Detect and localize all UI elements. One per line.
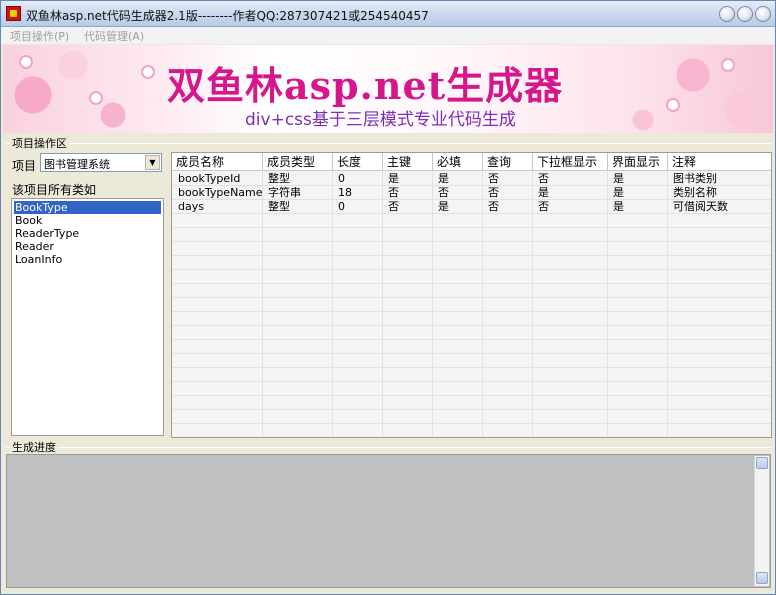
app-icon xyxy=(6,6,21,21)
cell-dropdown-display[interactable]: 是 xyxy=(532,186,549,199)
cell-member-name[interactable]: bookTypeName xyxy=(172,186,263,199)
title-bar[interactable]: 双鱼林asp.net代码生成器2.1版--------作者QQ:28730742… xyxy=(1,1,775,27)
cell-comment[interactable]: 可借阅天数 xyxy=(667,200,728,213)
classes-label: 该项目所有类如 xyxy=(12,183,97,197)
cell-dropdown-display[interactable]: 否 xyxy=(532,172,549,185)
cell-required[interactable]: 是 xyxy=(432,200,449,213)
minimize-button[interactable] xyxy=(719,6,735,22)
column-header[interactable]: 下拉框显示 xyxy=(533,153,608,171)
group-divider xyxy=(6,447,771,448)
chevron-down-icon[interactable]: ▼ xyxy=(145,155,160,170)
flower-decoration xyxy=(91,93,101,103)
class-list-item[interactable]: Reader xyxy=(14,240,161,253)
scroll-up-button[interactable] xyxy=(756,457,768,469)
group-divider xyxy=(6,143,771,144)
scroll-down-button[interactable] xyxy=(756,572,768,584)
empty-row xyxy=(172,326,771,340)
project-area-label: 项目操作区 xyxy=(10,135,69,151)
empty-row xyxy=(172,354,771,368)
cell-primary-key[interactable]: 是 xyxy=(382,172,399,185)
project-panel: 项目 图书管理系统 ▼ 该项目所有类如 BookType Book Reader… xyxy=(6,151,168,436)
empty-row xyxy=(172,410,771,424)
empty-row xyxy=(172,382,771,396)
progress-scrollbar[interactable] xyxy=(754,456,769,586)
cell-query[interactable]: 否 xyxy=(482,200,499,213)
empty-row xyxy=(172,368,771,382)
column-header[interactable]: 成员名称 xyxy=(172,153,263,171)
cell-primary-key[interactable]: 否 xyxy=(382,200,399,213)
cell-length[interactable]: 0 xyxy=(332,172,345,185)
empty-row xyxy=(172,298,771,312)
table-row[interactable]: days 整型 0 否 是 否 否 是 可借阅天数 xyxy=(172,200,771,214)
column-header[interactable]: 必填 xyxy=(433,153,483,171)
cell-query[interactable]: 否 xyxy=(482,186,499,199)
maximize-button[interactable] xyxy=(737,6,753,22)
grid-body: bookTypeId 整型 0 是 是 否 否 是 图书类别 bookTypeN… xyxy=(172,172,771,437)
cell-length[interactable]: 0 xyxy=(332,200,345,213)
table-row[interactable]: bookTypeId 整型 0 是 是 否 否 是 图书类别 xyxy=(172,172,771,186)
app-window: 双鱼林asp.net代码生成器2.1版--------作者QQ:28730742… xyxy=(0,0,776,595)
flower-decoration xyxy=(723,60,733,70)
cell-ui-display[interactable]: 是 xyxy=(607,172,624,185)
project-select-value: 图书管理系统 xyxy=(44,158,110,171)
empty-row xyxy=(172,228,771,242)
cell-ui-display[interactable]: 是 xyxy=(607,200,624,213)
class-list-item[interactable]: ReaderType xyxy=(14,227,161,240)
empty-row xyxy=(172,214,771,228)
members-grid[interactable]: 成员名称 成员类型 长度 主键 必填 查询 下拉框显示 界面显示 注释 book… xyxy=(171,152,772,438)
empty-row xyxy=(172,396,771,410)
cell-member-name[interactable]: bookTypeId xyxy=(172,172,240,185)
cell-ui-display[interactable]: 是 xyxy=(607,186,624,199)
project-select[interactable]: 图书管理系统 ▼ xyxy=(40,153,162,172)
empty-row xyxy=(172,284,771,298)
cell-comment[interactable]: 图书类别 xyxy=(667,172,717,185)
class-list-item[interactable]: Book xyxy=(14,214,161,227)
class-list-item[interactable]: LoanInfo xyxy=(14,253,161,266)
progress-label: 生成进度 xyxy=(10,439,58,455)
empty-row xyxy=(172,312,771,326)
cell-length[interactable]: 18 xyxy=(332,186,352,199)
empty-row xyxy=(172,424,771,437)
empty-row xyxy=(172,340,771,354)
menu-code-management[interactable]: 代码管理(A) xyxy=(84,28,144,44)
column-header[interactable]: 成员类型 xyxy=(263,153,333,171)
cell-required[interactable]: 否 xyxy=(432,186,449,199)
cell-member-name[interactable]: days xyxy=(172,200,204,213)
cell-member-type[interactable]: 整型 xyxy=(262,172,290,185)
grid-header: 成员名称 成员类型 长度 主键 必填 查询 下拉框显示 界面显示 注释 xyxy=(172,153,771,171)
flower-decoration xyxy=(21,57,31,67)
empty-row xyxy=(172,242,771,256)
menu-project-operations[interactable]: 项目操作(P) xyxy=(10,28,69,44)
flower-decoration xyxy=(143,67,153,77)
empty-row xyxy=(172,270,771,284)
column-header[interactable]: 注释 xyxy=(668,153,771,171)
cell-required[interactable]: 是 xyxy=(432,172,449,185)
empty-row xyxy=(172,256,771,270)
banner-subtitle: div+css基于三层模式专业代码生成 xyxy=(245,110,516,130)
banner-image: 双鱼林asp.net生成器 div+css基于三层模式专业代码生成 xyxy=(3,45,773,133)
close-button[interactable] xyxy=(755,6,771,22)
cell-member-type[interactable]: 字符串 xyxy=(262,186,301,199)
column-header[interactable]: 主键 xyxy=(383,153,433,171)
flower-decoration xyxy=(668,100,678,110)
column-header[interactable]: 查询 xyxy=(483,153,533,171)
table-row[interactable]: bookTypeName 字符串 18 否 否 否 是 是 类别名称 xyxy=(172,186,771,200)
cell-comment[interactable]: 类别名称 xyxy=(667,186,717,199)
cell-query[interactable]: 否 xyxy=(482,172,499,185)
class-list-item[interactable]: BookType xyxy=(14,201,161,214)
cell-member-type[interactable]: 整型 xyxy=(262,200,290,213)
class-list[interactable]: BookType Book ReaderType Reader LoanInfo xyxy=(11,198,164,436)
window-title: 双鱼林asp.net代码生成器2.1版--------作者QQ:28730742… xyxy=(26,9,429,23)
column-header[interactable]: 界面显示 xyxy=(608,153,668,171)
project-label: 项目 xyxy=(12,159,37,173)
cell-primary-key[interactable]: 否 xyxy=(382,186,399,199)
banner-title: 双鱼林asp.net生成器 xyxy=(167,63,564,108)
column-header[interactable]: 长度 xyxy=(333,153,383,171)
progress-output[interactable] xyxy=(6,454,771,588)
cell-dropdown-display[interactable]: 否 xyxy=(532,200,549,213)
menu-bar: 项目操作(P) 代码管理(A) xyxy=(1,27,775,44)
